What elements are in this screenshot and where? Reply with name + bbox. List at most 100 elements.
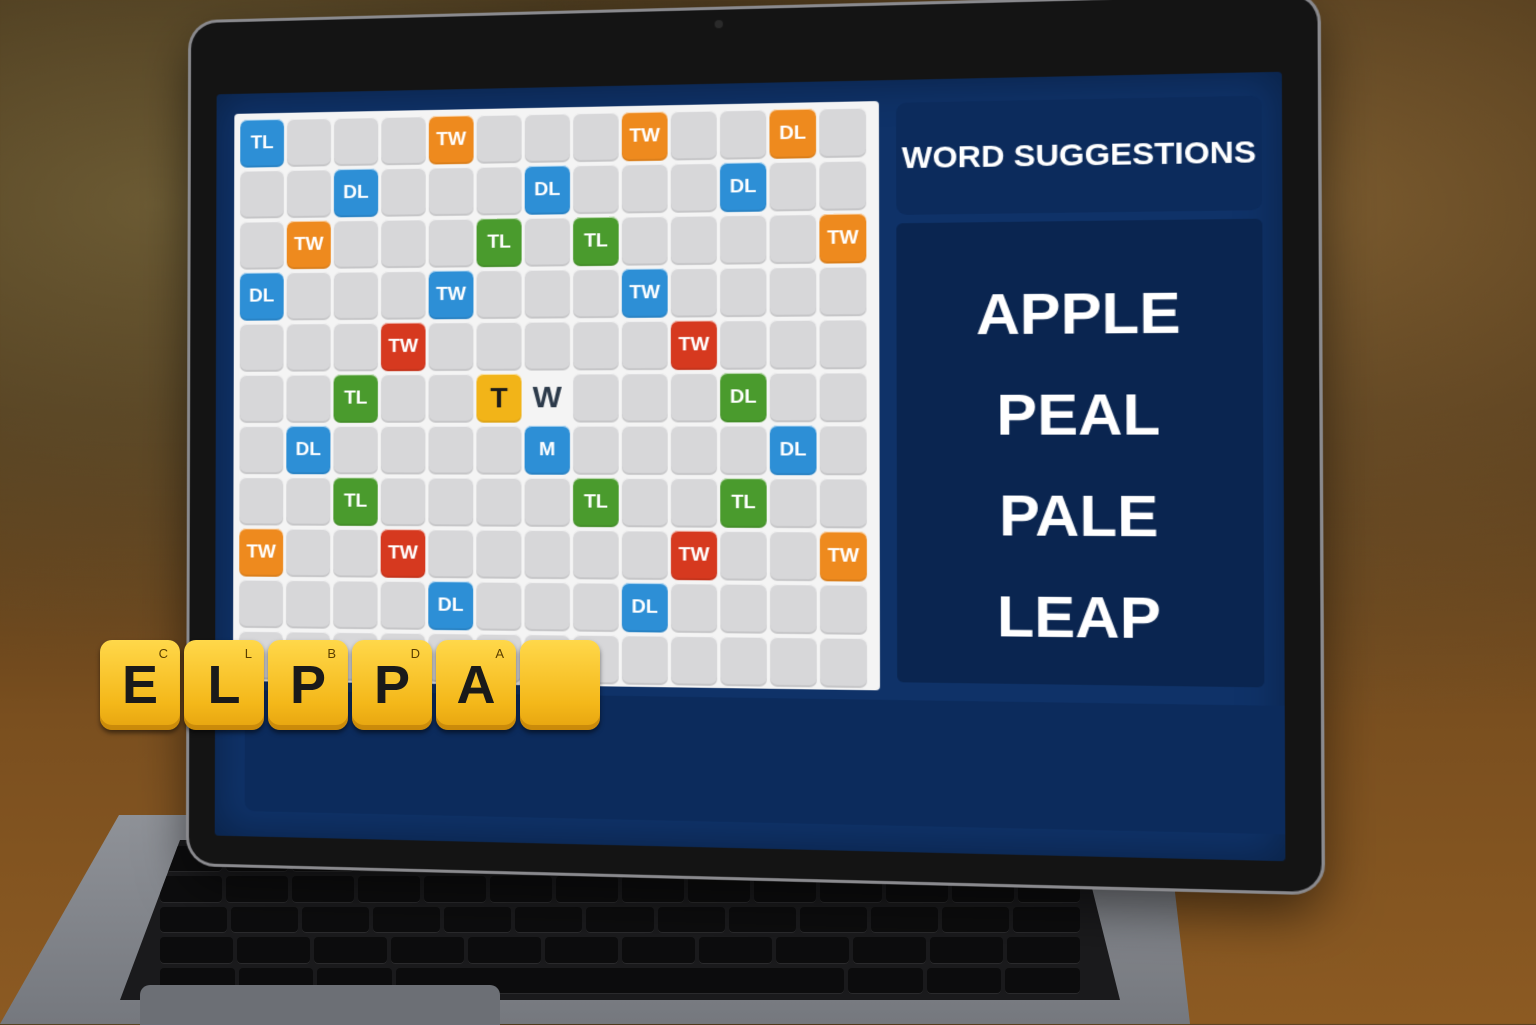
- board-cell[interactable]: [671, 110, 717, 160]
- board-cell[interactable]: [671, 583, 717, 633]
- board-cell[interactable]: [622, 321, 668, 371]
- suggestion-word[interactable]: PEAL: [996, 364, 1160, 466]
- board-cell[interactable]: [525, 530, 570, 579]
- board-cell[interactable]: [525, 269, 570, 318]
- board-cell[interactable]: [381, 477, 426, 526]
- board-cell[interactable]: [477, 166, 522, 215]
- board-cell[interactable]: [720, 320, 766, 370]
- board-cell[interactable]: [476, 581, 521, 630]
- board-cell-dl[interactable]: DL: [286, 426, 330, 474]
- board-cell[interactable]: [381, 116, 426, 165]
- board-cell[interactable]: [622, 164, 668, 214]
- board-cell[interactable]: [476, 478, 521, 527]
- board-cell[interactable]: [819, 108, 866, 159]
- board-cell[interactable]: [720, 636, 767, 686]
- board-cell[interactable]: [720, 425, 766, 475]
- letter-tile[interactable]: PD: [352, 640, 432, 730]
- letter-tile[interactable]: [520, 640, 600, 730]
- board-cell[interactable]: [287, 118, 331, 167]
- board-cell-dl[interactable]: DL: [525, 165, 570, 215]
- board-cell[interactable]: [334, 117, 378, 166]
- board-cell[interactable]: [429, 322, 474, 371]
- board-cell[interactable]: [525, 217, 570, 266]
- suggestion-word[interactable]: LEAP: [997, 566, 1161, 669]
- board-cell[interactable]: [573, 582, 619, 632]
- board-cell[interactable]: [770, 637, 817, 688]
- board-cell[interactable]: [770, 267, 817, 317]
- board-cell[interactable]: [671, 215, 717, 265]
- board-cell[interactable]: [428, 478, 473, 527]
- board-cell[interactable]: [333, 426, 377, 475]
- board-cell[interactable]: [239, 477, 283, 525]
- board-cell-tw[interactable]: TW: [671, 531, 717, 581]
- board-cell[interactable]: [286, 580, 330, 629]
- board-cell-tl[interactable]: TL: [333, 477, 377, 526]
- board-cell[interactable]: [524, 582, 569, 632]
- board-cell[interactable]: [525, 113, 570, 163]
- board-cell-tl[interactable]: TL: [334, 374, 378, 423]
- board-cell[interactable]: [287, 323, 331, 372]
- board-cell[interactable]: [622, 216, 668, 266]
- board-cell[interactable]: [334, 220, 378, 269]
- board-cell[interactable]: [671, 478, 717, 528]
- board-cell[interactable]: [428, 426, 473, 475]
- board-cell[interactable]: [720, 267, 766, 317]
- board-cell-w[interactable]: W: [525, 373, 570, 422]
- board-cell[interactable]: [820, 425, 867, 475]
- board-cell[interactable]: [381, 219, 426, 268]
- board-cell[interactable]: [573, 164, 619, 214]
- board-cell-tw[interactable]: TW: [622, 111, 668, 161]
- board-cell[interactable]: [381, 374, 426, 423]
- board-cell[interactable]: [622, 478, 668, 528]
- board-cell-tw[interactable]: TW: [429, 270, 474, 319]
- board-cell-dl[interactable]: DL: [769, 109, 816, 159]
- board-cell-tl[interactable]: TL: [573, 217, 619, 267]
- board-cell-dl[interactable]: DL: [720, 162, 766, 212]
- board-cell[interactable]: [333, 529, 377, 578]
- board-cell-tw[interactable]: TW: [429, 115, 474, 164]
- board-cell-dl[interactable]: DL: [770, 425, 817, 475]
- board-cell[interactable]: [334, 271, 378, 320]
- board-cell[interactable]: [622, 373, 668, 422]
- board-cell-dl[interactable]: DL: [720, 373, 766, 423]
- board-cell[interactable]: [429, 374, 474, 423]
- board-cell[interactable]: [239, 580, 283, 629]
- board-cell[interactable]: [240, 221, 284, 270]
- board-cell-m[interactable]: M: [525, 426, 570, 475]
- board-cell[interactable]: [573, 321, 619, 370]
- board-cell[interactable]: [477, 114, 522, 164]
- board-cell-tw[interactable]: TW: [820, 531, 867, 581]
- board-cell[interactable]: [333, 580, 377, 629]
- board-cell[interactable]: [720, 109, 766, 159]
- board-cell[interactable]: [476, 426, 521, 475]
- board-cell-tw[interactable]: TW: [819, 213, 866, 263]
- board-cell-tw[interactable]: TW: [622, 268, 668, 318]
- board-cell-dl[interactable]: DL: [428, 581, 473, 630]
- board-cell[interactable]: [770, 320, 817, 370]
- board-cell[interactable]: [770, 584, 817, 634]
- board-cell[interactable]: [671, 268, 717, 318]
- board-cell-t[interactable]: T: [476, 374, 521, 423]
- board-cell[interactable]: [286, 477, 330, 526]
- board-cell[interactable]: [476, 530, 521, 579]
- board-cell-tw[interactable]: TW: [381, 529, 426, 578]
- board-cell-dl[interactable]: DL: [334, 168, 378, 217]
- board-cell[interactable]: [525, 478, 570, 527]
- board-cell[interactable]: [770, 478, 817, 528]
- board-cell[interactable]: [770, 531, 817, 581]
- suggestion-word[interactable]: PALE: [999, 465, 1159, 567]
- board-cell[interactable]: [820, 372, 867, 422]
- board-cell[interactable]: [573, 530, 619, 580]
- board-cell[interactable]: [381, 271, 426, 320]
- board-cell[interactable]: [240, 170, 284, 219]
- suggestion-word[interactable]: APPLE: [976, 262, 1181, 365]
- board-cell[interactable]: [477, 270, 522, 319]
- board-cell[interactable]: [720, 584, 767, 634]
- board-cell[interactable]: [240, 375, 284, 423]
- board-cell[interactable]: [573, 269, 619, 318]
- board-cell[interactable]: [622, 635, 668, 685]
- board-cell[interactable]: [720, 215, 766, 265]
- board-cell[interactable]: [671, 373, 717, 423]
- board-cell[interactable]: [820, 478, 867, 528]
- board-cell[interactable]: [819, 266, 866, 316]
